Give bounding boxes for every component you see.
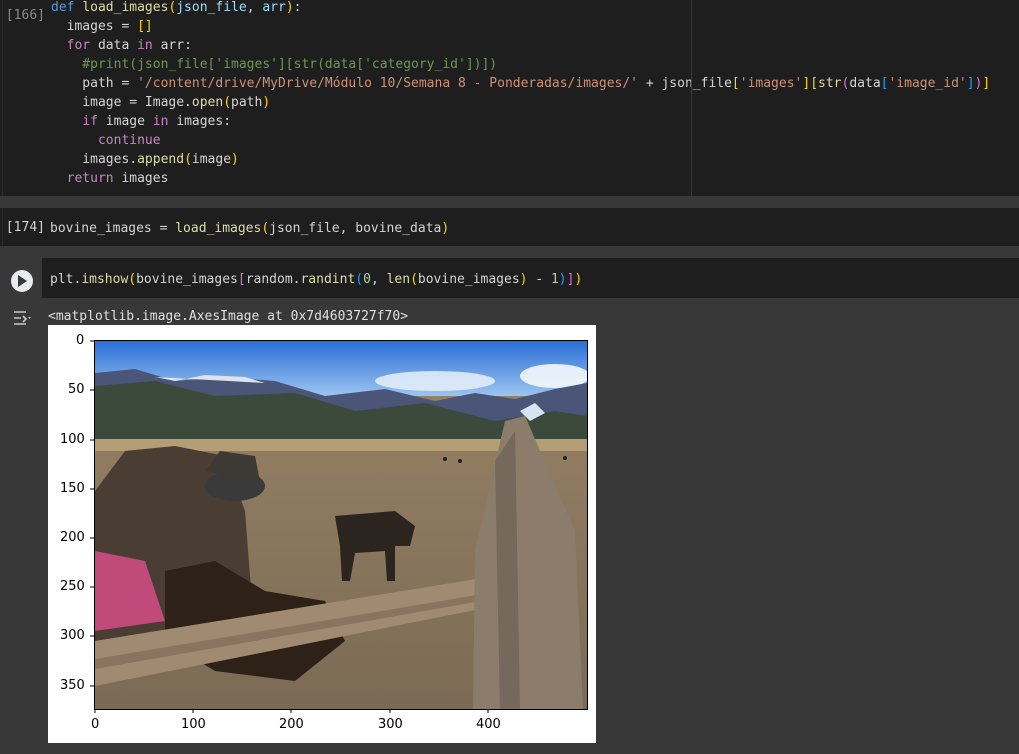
- ruler-line: [691, 0, 692, 196]
- code-line-2: images = []: [51, 19, 153, 34]
- x-tick-label: 0: [91, 717, 100, 732]
- x-tick-label: 300: [378, 717, 403, 732]
- code-cell-bovine-images[interactable]: [174] bovine_images = load_images(json_f…: [2, 208, 1019, 246]
- y-tick-label: 300: [60, 628, 85, 643]
- run-cell-button[interactable]: [11, 270, 33, 292]
- y-tick-label: 200: [60, 530, 85, 545]
- code-line-5: path = '/content/drive/MyDrive/Módulo 10…: [51, 76, 991, 91]
- code-line-4: #print(json_file['images'][str(data['cat…: [51, 57, 498, 72]
- code-editor[interactable]: def load_images(json_file, arr): images …: [49, 0, 1019, 196]
- x-tick-label: 200: [279, 717, 304, 732]
- code-line-6: image = Image.open(path): [51, 95, 271, 110]
- y-tick-label: 350: [60, 678, 85, 693]
- y-tick-label: 150: [60, 481, 85, 496]
- y-tick-marks: [90, 340, 94, 687]
- x-tick-marks: [94, 709, 489, 713]
- plot-axes-frame: [94, 340, 588, 710]
- execution-count: [166]: [5, 8, 45, 23]
- code-line-9: images.append(image): [51, 152, 239, 167]
- x-tick-label: 400: [476, 717, 501, 732]
- cell-separator: [0, 196, 1019, 208]
- execution-count: [174]: [5, 220, 45, 235]
- code-line-3: for data in arr:: [66, 38, 192, 53]
- code-line-8: continue: [97, 133, 161, 148]
- code-cell-imshow[interactable]: plt.imshow(bovine_images[random.randint(…: [40, 258, 1019, 298]
- y-tick-label: 250: [60, 579, 85, 594]
- code-line-1: plt.imshow(bovine_images[random.randint(…: [50, 272, 583, 287]
- play-icon: [18, 275, 27, 287]
- code-cell-load-images[interactable]: [166] def load_images(json_file, arr): i…: [2, 0, 1019, 196]
- code-line-1: def load_images(json_file, arr):: [51, 0, 302, 15]
- code-line-7: if image in images:: [82, 114, 232, 129]
- cell-separator: [0, 246, 1019, 258]
- code-line-10: return images: [66, 171, 169, 186]
- y-tick-label: 50: [68, 382, 85, 397]
- x-tick-label: 100: [181, 717, 206, 732]
- code-line-1: bovine_images = load_images(json_file, b…: [50, 221, 450, 236]
- output-toggle-icon[interactable]: [12, 309, 34, 327]
- y-tick-label: 0: [76, 333, 85, 348]
- y-tick-label: 100: [60, 432, 85, 447]
- output-text: <matplotlib.image.AxesImage at 0x7d46037…: [48, 309, 409, 324]
